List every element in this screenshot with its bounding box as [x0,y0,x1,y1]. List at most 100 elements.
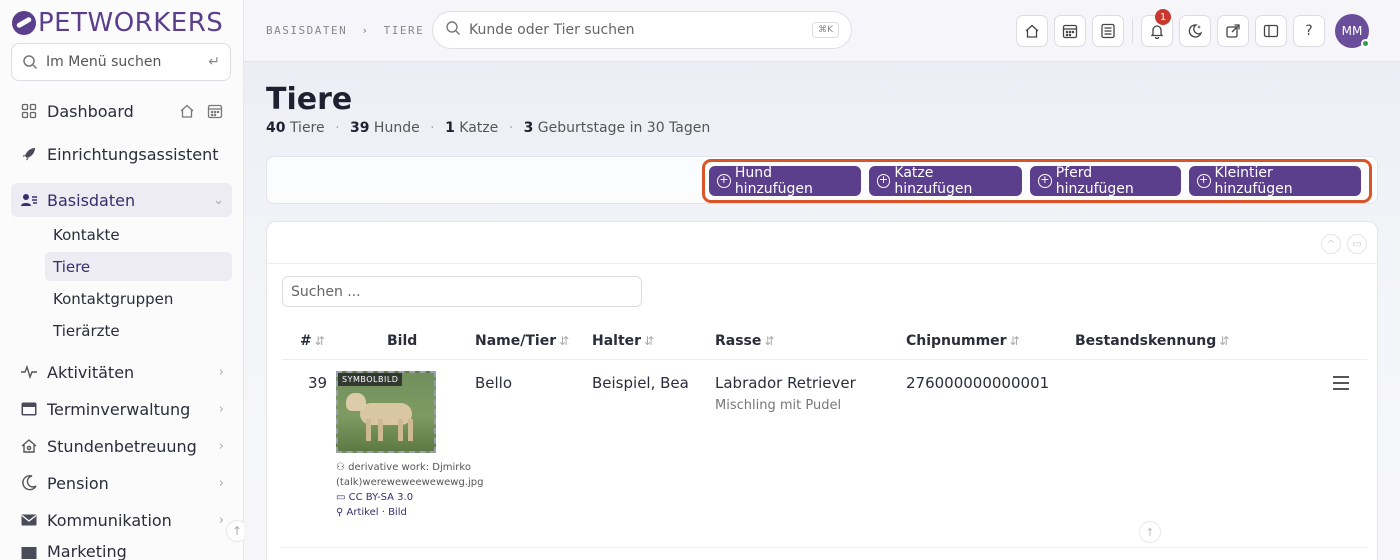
table-row[interactable]: 39 SYMBOLBILD ⚇ derivative work: Djmirko… [282,360,1367,548]
sidebar-item-kommunikation[interactable]: Kommunikation › [11,503,232,537]
table-search-input[interactable]: Suchen ... [282,276,642,307]
column-header-id[interactable]: # ⇵ [300,333,325,349]
animals-table-card: ^ ▭ Suchen ... # ⇵ Bild Name/Tier ⇵ Halter… [266,221,1378,560]
breadcrumb: BASISDATEN › TIERE [266,24,424,37]
grid-icon [19,101,39,121]
column-label: Bild [387,333,418,349]
sidebar-toggle-button[interactable] [1255,15,1287,47]
stat-birthdays-count: 3 [523,120,534,136]
stat-birthdays-label: Geburtstage in 30 Tagen [537,120,711,136]
sidebar-item-label: Basisdaten [47,190,136,210]
card-tools: ^ ▭ [1315,234,1367,254]
sidebar-subitem-kontakte[interactable]: Kontakte [45,220,232,249]
print-icon[interactable]: ▭ [1347,234,1367,254]
card-divider [267,263,1377,264]
credit-links[interactable]: Artikel · Bild [347,507,407,518]
pet-owner[interactable]: Beispiel, Bea [592,374,689,392]
stat-tiere-count: 40 [266,120,286,136]
bell-icon [1150,25,1164,39]
menu-search-input[interactable]: Im Menü suchen ↵ [11,43,231,81]
home-button[interactable] [1016,15,1048,47]
column-header-rasse[interactable]: Rasse ⇵ [715,333,774,349]
breadcrumb-item-basisdaten[interactable]: BASISDATEN [266,24,347,37]
chevron-right-icon: › [218,512,224,528]
sidebar-subitem-tieraerzte[interactable]: Tierärzte [45,316,232,345]
online-status-indicator [1361,39,1370,48]
sidebar-item-label: Aktivitäten [47,362,135,382]
pet-breed-note: Mischling mit Pudel [715,398,842,413]
help-button[interactable]: ? [1293,15,1325,47]
column-header-bestandskennung[interactable]: Bestandskennung ⇵ [1075,333,1229,349]
pet-name[interactable]: Bello [475,374,512,392]
notes-button[interactable] [1092,15,1124,47]
breadcrumb-item-tiere: TIERE [383,24,425,37]
column-header-halter[interactable]: Halter ⇵ [592,333,654,349]
customer-pet-search-input[interactable]: Kunde oder Tier suchen ⌘K [432,11,852,49]
dog-leg-shape [378,419,383,441]
add-buttons-highlight: + Hund hinzufügen + Katze hinzufügen + P… [702,159,1372,203]
search-icon [22,54,38,70]
add-dog-button[interactable]: + Hund hinzufügen [709,165,861,197]
add-horse-button[interactable]: + Pferd hinzufügen [1029,165,1181,197]
mail-icon [19,510,39,530]
plus-circle-icon: + [876,174,891,188]
home-icon[interactable] [178,102,196,120]
row-menu-icon[interactable] [1333,376,1349,394]
stat-separator: · [508,120,514,136]
stat-katze-label: Katze [459,120,499,136]
column-header-chipnummer[interactable]: Chipnummer ⇵ [906,333,1020,349]
scroll-to-top-button[interactable]: ↑ [1139,521,1161,543]
document-list-icon [1101,23,1115,39]
add-cat-button[interactable]: + Katze hinzufügen [868,165,1022,197]
calendar-button[interactable] [1054,15,1086,47]
sidebar: PETWORKERS Im Menü suchen ↵ Dashboard Ei… [0,0,244,560]
column-label: Chipnummer [906,333,1007,349]
table-search-placeholder: Suchen ... [291,283,361,300]
pet-image[interactable]: SYMBOLBILD [336,371,436,453]
sidebar-subitem-kontaktgruppen[interactable]: Kontaktgruppen [45,284,232,313]
sidebar-item-aktivitaeten[interactable]: Aktivitäten › [11,355,232,389]
action-bar: + Hund hinzufügen + Katze hinzufügen + P… [266,156,1378,204]
pet-breed: Labrador Retriever [715,374,856,392]
topbar-divider [1132,19,1133,43]
add-small-animal-button[interactable]: + Kleintier hinzufügen [1188,165,1361,197]
theme-toggle-button[interactable] [1179,15,1211,47]
sort-icon: ⇵ [764,334,775,348]
sidebar-item-stundenbetreuung[interactable]: Stundenbetreuung › [11,429,232,463]
column-header-bild: Bild [387,333,417,349]
collapse-up-icon[interactable]: ^ [1321,234,1341,254]
image-credit: ⚇ derivative work: Djmirko (talk)werewew… [336,460,496,520]
column-header-name[interactable]: Name/Tier ⇵ [475,333,569,349]
dog-leg-shape [366,419,371,441]
brand-name: PETWORKERS [38,8,224,38]
add-cat-label: Katze hinzufügen [894,165,973,197]
column-label: Bestandskennung [1075,333,1217,349]
link-icon: ⚲ [336,507,347,518]
sidebar-item-terminverwaltung[interactable]: Terminverwaltung › [11,392,232,426]
user-icon: ⚇ [336,462,349,473]
sidebar-item-label: Terminverwaltung [47,399,191,419]
column-label: Halter [592,333,642,349]
calendar-icon[interactable] [206,102,224,120]
sidebar-subitem-tiere[interactable]: Tiere [45,252,232,281]
sidebar-item-pension[interactable]: Pension › [11,466,232,500]
sidebar-item-einrichtungsassistent[interactable]: Einrichtungsassistent [11,137,232,171]
notifications-button[interactable]: 1 [1141,9,1173,47]
sidebar-item-marketing[interactable]: Marketing [11,540,232,560]
sidebar-panel-icon [1263,24,1279,38]
open-external-button[interactable] [1217,15,1249,47]
sidebar-item-dashboard[interactable]: Dashboard [11,94,232,128]
sort-icon: ⇵ [644,334,655,348]
sidebar-item-basisdaten[interactable]: Basisdaten ⌄ [11,183,232,217]
credit-license[interactable]: CC BY-SA 3.0 [349,492,413,503]
brand-logo[interactable]: PETWORKERS [12,8,223,38]
plus-circle-icon: + [1037,174,1052,188]
table-header: # ⇵ Bild Name/Tier ⇵ Halter ⇵ Rasse ⇵ Chipnu… [282,324,1367,360]
chevron-right-icon: › [218,475,224,491]
chevron-right-icon: › [218,364,224,380]
user-avatar[interactable]: MM [1335,14,1370,48]
sidebar-item-label: Stundenbetreuung [47,436,197,456]
megaphone-icon [19,542,39,560]
sidebar-item-label: Pension [47,473,109,493]
sort-icon: ⇵ [1009,334,1020,348]
